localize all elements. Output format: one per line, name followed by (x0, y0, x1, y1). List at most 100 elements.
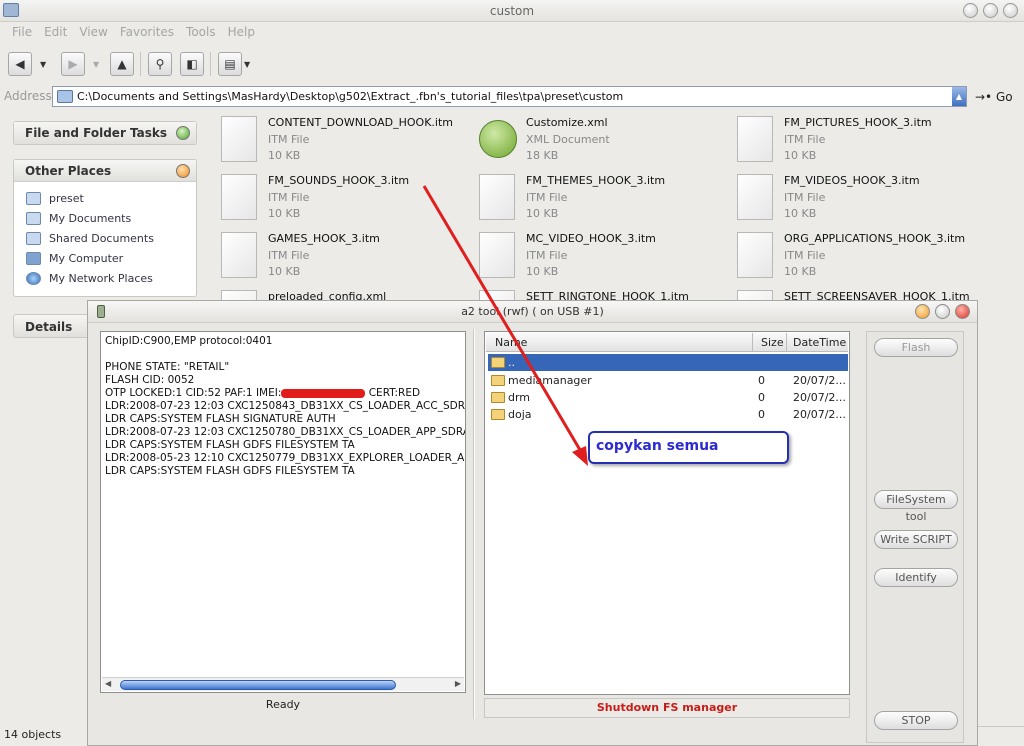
close-button[interactable] (1003, 3, 1018, 18)
file-name: FM_THEMES_HOOK_3.itm (526, 174, 666, 187)
file-icon (479, 290, 515, 300)
toolbar-separator (140, 52, 141, 76)
file-icon (479, 232, 515, 278)
a2-tool-window: a2 tool (rwf) ( on USB #1) ChipID:C900,E… (87, 300, 978, 746)
expand-icon[interactable] (176, 126, 190, 140)
filesystem-tool-button[interactable]: FileSystem tool (874, 490, 958, 523)
menu-help[interactable]: Help (222, 22, 261, 42)
file-size: 18 KB (526, 149, 559, 162)
file-folder-tasks-panel: File and Folder Tasks (13, 121, 197, 145)
file-type: ITM File (268, 249, 310, 262)
list-item[interactable]: drm 0 20/07/2... (488, 389, 848, 406)
scrollbar-thumb[interactable] (120, 680, 396, 690)
file-item[interactable]: preloaded_config.xml (215, 286, 473, 300)
views-dropdown[interactable]: ▼ (244, 60, 250, 69)
horizontal-scrollbar[interactable]: ◀ ▶ (102, 677, 464, 691)
file-icon (221, 290, 257, 300)
file-item[interactable]: SETT_SCREENSAVER_HOOK_1.itm (731, 286, 989, 300)
column-name[interactable]: Name (495, 336, 527, 349)
list-item[interactable]: mediamanager 0 20/07/2... (488, 372, 848, 389)
status-bar-right (978, 726, 1024, 746)
folder-icon (491, 409, 505, 420)
place-my-documents[interactable]: My Documents (26, 208, 196, 228)
maximize-button[interactable] (983, 3, 998, 18)
item-name: drm (508, 391, 531, 404)
details-panel-header[interactable]: Details (13, 314, 93, 338)
address-path: C:\Documents and Settings\MasHardy\Deskt… (77, 90, 624, 103)
menu-tools[interactable]: Tools (180, 22, 222, 42)
log-output[interactable]: ChipID:C900,EMP protocol:0401 PHONE STATE… (100, 331, 466, 693)
place-label: preset (49, 191, 84, 205)
write-script-button[interactable]: Write SCRIPT (874, 530, 958, 549)
go-arrow-icon: →• (975, 90, 993, 104)
maximize-button[interactable] (935, 304, 950, 319)
back-history-dropdown[interactable]: ▼ (40, 60, 46, 69)
column-size[interactable]: Size (761, 336, 784, 349)
minimize-button[interactable] (963, 3, 978, 18)
status-bar: 14 objects (4, 728, 62, 741)
stop-button[interactable]: STOP (874, 711, 958, 730)
file-item[interactable]: FM_THEMES_HOOK_3.itm ITM File 10 KB (473, 170, 731, 226)
folder-icon (491, 375, 505, 386)
other-places-panel: Other Places preset My Documents Shared … (13, 159, 197, 297)
menu-favorites[interactable]: Favorites (114, 22, 180, 42)
folder-icon (26, 191, 41, 205)
file-item[interactable]: CONTENT_DOWNLOAD_HOOK.itm ITM File 10 KB (215, 112, 473, 168)
flash-button[interactable]: Flash (874, 338, 958, 357)
file-item[interactable]: GAMES_HOOK_3.itm ITM File 10 KB (215, 228, 473, 284)
scroll-right-icon[interactable]: ▶ (455, 679, 461, 688)
place-my-computer[interactable]: My Computer (26, 248, 196, 268)
address-field[interactable]: C:\Documents and Settings\MasHardy\Deskt… (52, 86, 967, 107)
file-icon (221, 232, 257, 278)
file-size: 10 KB (784, 149, 817, 162)
file-item[interactable]: FM_PICTURES_HOOK_3.itm ITM File 10 KB (731, 112, 989, 168)
file-item[interactable]: Customize.xml XML Document 18 KB (473, 112, 731, 168)
back-button[interactable]: ◀ (8, 52, 32, 76)
status-text: Ready (265, 698, 301, 711)
item-size: 0 (758, 408, 765, 421)
forward-button[interactable]: ▶ (61, 52, 85, 76)
file-icon (737, 290, 773, 300)
item-name: mediamanager (508, 374, 592, 387)
file-item[interactable]: FM_VIDEOS_HOOK_3.itm ITM File 10 KB (731, 170, 989, 226)
forward-arrow-icon: ▶ (68, 57, 78, 71)
file-name: SETT_SCREENSAVER_HOOK_1.itm (784, 290, 970, 300)
place-shared-documents[interactable]: Shared Documents (26, 228, 196, 248)
list-header: Name Size DateTime (486, 333, 848, 352)
views-button[interactable]: ▤ (218, 52, 242, 76)
shutdown-fs-manager-button[interactable]: Shutdown FS manager (484, 698, 850, 718)
go-button[interactable]: →• Go (975, 90, 1013, 104)
search-button[interactable]: ⚲ (148, 52, 172, 76)
collapse-icon[interactable] (176, 164, 190, 178)
file-size: 10 KB (268, 149, 301, 162)
file-item[interactable]: MC_VIDEO_HOOK_3.itm ITM File 10 KB (473, 228, 731, 284)
panel-header[interactable]: Other Places (14, 160, 196, 182)
close-button[interactable] (955, 304, 970, 319)
file-item[interactable]: SETT_RINGTONE_HOOK_1.itm (473, 286, 731, 300)
folders-button[interactable]: ◧ (180, 52, 204, 76)
file-item[interactable]: FM_SOUNDS_HOOK_3.itm ITM File 10 KB (215, 170, 473, 226)
menu-file[interactable]: File (6, 22, 38, 42)
file-item[interactable]: ORG_APPLICATIONS_HOOK_3.itm ITM File 10 KB (731, 228, 989, 284)
menu-edit[interactable]: Edit (38, 22, 73, 42)
place-my-network[interactable]: My Network Places (26, 268, 196, 288)
place-preset[interactable]: preset (26, 188, 196, 208)
file-type: ITM File (784, 191, 826, 204)
menu-view[interactable]: View (73, 22, 113, 42)
address-dropdown-button[interactable]: ▲ (952, 87, 966, 106)
file-icon (737, 232, 773, 278)
panel-header[interactable]: File and Folder Tasks (14, 122, 196, 144)
minimize-button[interactable] (915, 304, 930, 319)
search-icon: ⚲ (155, 57, 165, 71)
column-divider[interactable] (752, 333, 753, 352)
forward-history-dropdown[interactable]: ▼ (93, 60, 99, 69)
file-name: SETT_RINGTONE_HOOK_1.itm (526, 290, 689, 300)
list-item[interactable]: .. (488, 354, 848, 371)
column-datetime[interactable]: DateTime (793, 336, 846, 349)
list-item[interactable]: doja 0 20/07/2... (488, 406, 848, 423)
log-text: OTP LOCKED:1 CID:52 PAF:1 IMEI: (105, 387, 282, 399)
identify-button[interactable]: Identify (874, 568, 958, 587)
scroll-left-icon[interactable]: ◀ (105, 679, 111, 688)
column-divider[interactable] (786, 333, 787, 352)
up-folder-button[interactable]: ▲ (110, 52, 134, 76)
